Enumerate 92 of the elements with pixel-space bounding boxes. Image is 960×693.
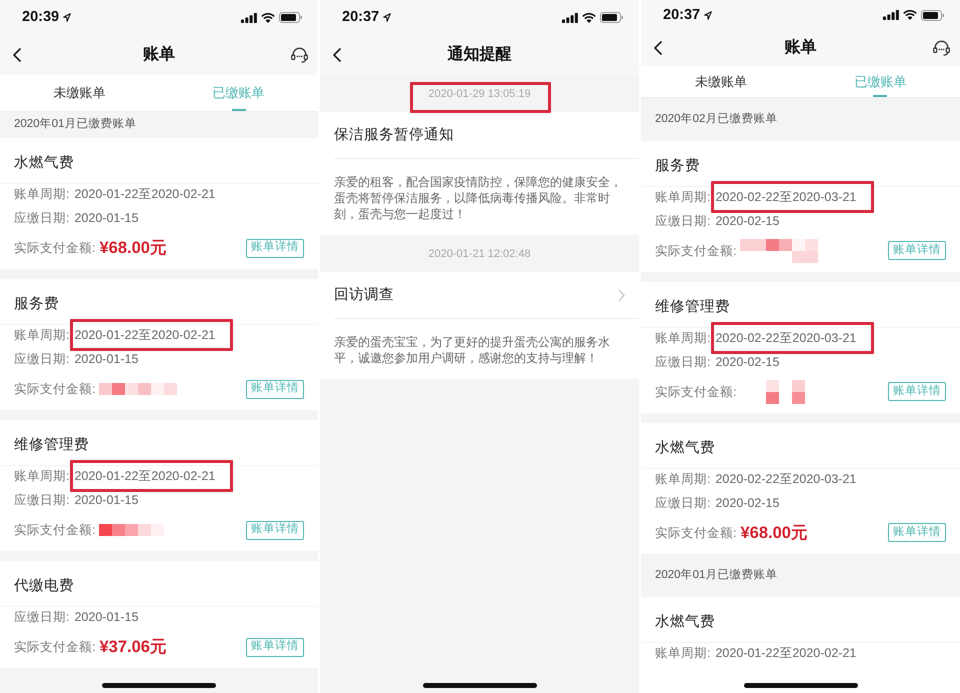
field-label: 账单周期: [14, 186, 70, 203]
bill-title: 水燃气费 [14, 154, 75, 173]
wifi-icon [582, 12, 596, 22]
field-value: 2020-02-22至2020-03-21 [715, 330, 856, 347]
amount-value: ¥68.00元 [99, 238, 167, 259]
mosaic-icon [99, 524, 164, 536]
notice-card[interactable]: 保洁服务暂停通知 亲爱的租客，配合国家疫情防控，保障您的健康安全，蛋壳将暂停保洁服务，以降低病毒传播风险。非常时刻，蛋壳与您一起度过！ [320, 112, 639, 235]
back-icon[interactable] [13, 48, 21, 62]
bill-detail-button[interactable]: 账单详情 [246, 638, 304, 656]
field-value: 2020-01-15 [74, 210, 138, 227]
headset-icon[interactable] [933, 40, 950, 56]
battery-icon [921, 10, 944, 21]
status-time: 20:37 [342, 10, 380, 25]
wifi-icon [903, 10, 917, 20]
field-label: 账单周期: [14, 468, 70, 485]
field-label: 账单周期: [655, 470, 710, 488]
field-value: 2020-02-15 [715, 212, 780, 230]
amount-label: 实际支付金额: [655, 524, 736, 542]
signal-icon [883, 10, 899, 20]
notice-body: 亲爱的租客，配合国家疫情防控，保障您的健康安全，蛋壳将暂停保洁服务，以降低病毒传播风险。非常时刻，蛋壳与您一起度过！ [334, 174, 623, 222]
notice-body: 亲爱的蛋壳宝宝，为了更好的提升蛋壳公寓的服务水平，诚邀您参加用户调研，感谢您的支持与理解！ [334, 334, 611, 366]
bill-title: 维修管理费 [655, 298, 731, 317]
bill-detail-button[interactable]: 账单详情 [246, 238, 304, 258]
field-label: 应缴日期: [14, 351, 70, 368]
tab[interactable]: 未缴账单 [0, 75, 159, 111]
status-time: 20:37 [663, 8, 700, 23]
field-value: 2020-01-15 [74, 351, 138, 368]
field-value: 2020-02-22至2020-03-21 [715, 188, 856, 206]
bill-title: 水燃气费 [655, 612, 716, 632]
location-arrow-icon [383, 13, 392, 22]
amount-label: 实际支付金额: [14, 240, 96, 257]
notice-title: 回访调查 [334, 286, 394, 305]
battery-icon [279, 12, 302, 23]
notice-timestamp: 2020-01-21 12:02:48 [428, 246, 531, 260]
location-arrow-icon [63, 13, 72, 22]
tab[interactable]: 已缴账单 [800, 66, 960, 97]
field-label: 应缴日期: [14, 492, 70, 509]
page-title: 账单 [143, 47, 175, 63]
bill-detail-button[interactable]: 账单详情 [246, 520, 304, 540]
amount-label: 实际支付金额: [14, 639, 96, 656]
notice-title: 保洁服务暂停通知 [334, 126, 454, 145]
bill-title: 服务费 [14, 295, 60, 314]
field-value: 2020-01-22至2020-02-21 [74, 327, 216, 344]
battery-icon [600, 12, 623, 23]
bill-detail-button[interactable]: 账单详情 [888, 241, 946, 260]
field-label: 账单周期: [655, 330, 710, 347]
signal-icon [241, 12, 257, 22]
field-value: 2020-01-15 [74, 492, 138, 509]
page-title: 通知提醒 [448, 47, 512, 63]
mosaic-icon [766, 380, 806, 404]
field-value: 2020-01-22至2020-02-21 [715, 644, 856, 662]
back-icon[interactable] [654, 41, 662, 56]
amount-label: 实际支付金额: [14, 522, 96, 539]
headset-icon[interactable] [291, 47, 308, 63]
bill-detail-button[interactable]: 账单详情 [888, 523, 946, 542]
field-label: 应缴日期: [655, 494, 710, 512]
location-arrow-icon [704, 10, 712, 20]
field-label: 账单周期: [14, 327, 70, 344]
mosaic-icon [740, 238, 818, 263]
field-value: 2020-02-15 [715, 494, 780, 512]
page-title: 账单 [784, 40, 816, 56]
bill-detail-button[interactable]: 账单详情 [888, 382, 946, 402]
field-value: 2020-01-15 [74, 609, 138, 626]
field-value: 2020-01-22至2020-02-21 [74, 186, 216, 203]
amount-label: 实际支付金额: [14, 381, 96, 398]
back-icon[interactable] [333, 48, 341, 62]
notice-timestamp: 2020-01-29 13:05:19 [428, 86, 531, 100]
status-time: 20:39 [22, 10, 60, 25]
mosaic-icon [99, 383, 178, 395]
amount-label: 实际支付金额: [655, 384, 736, 401]
field-value: 2020-02-22至2020-03-21 [715, 470, 856, 488]
bill-title: 代缴电费 [14, 577, 75, 596]
bill-title: 服务费 [655, 156, 701, 176]
field-label: 应缴日期: [14, 609, 70, 626]
field-label: 应缴日期: [14, 210, 70, 227]
signal-icon [562, 12, 578, 22]
field-label: 账单周期: [655, 644, 710, 662]
tab[interactable]: 未缴账单 [641, 66, 800, 97]
bill-title: 维修管理费 [14, 436, 90, 455]
bill-detail-button[interactable]: 账单详情 [246, 380, 304, 398]
tab[interactable]: 已缴账单 [159, 75, 318, 111]
wifi-icon [261, 12, 275, 22]
bill-title: 水燃气费 [655, 438, 716, 458]
field-value: 2020-02-15 [715, 354, 780, 371]
field-label: 应缴日期: [655, 354, 710, 371]
field-label: 应缴日期: [655, 212, 710, 230]
amount-value: ¥68.00元 [740, 522, 808, 544]
field-value: 2020-01-22至2020-02-21 [74, 468, 216, 485]
amount-value: ¥37.06元 [99, 637, 167, 658]
field-label: 账单周期: [655, 188, 710, 206]
amount-label: 实际支付金额: [655, 242, 736, 260]
notice-card[interactable]: 回访调查 亲爱的蛋壳宝宝，为了更好的提升蛋壳公寓的服务水平，诚邀您参加用户调研，感谢您的支持与理解！ [320, 272, 639, 379]
